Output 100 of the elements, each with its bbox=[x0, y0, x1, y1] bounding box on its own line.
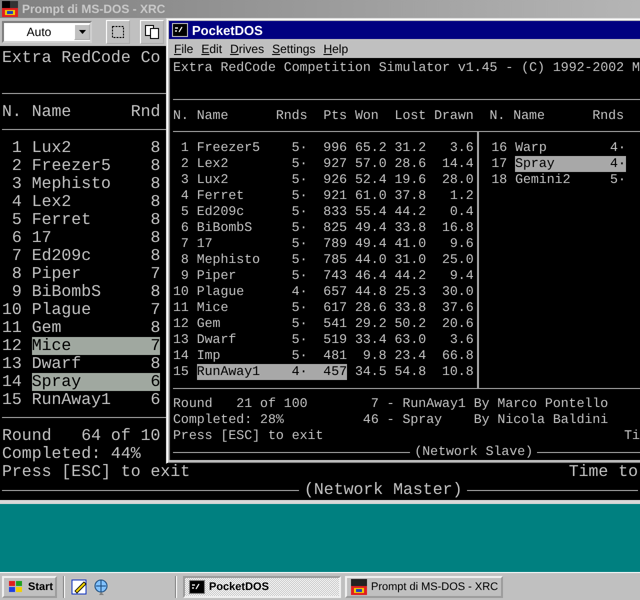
console-icon bbox=[189, 580, 205, 594]
table-cell-text: 8 bbox=[150, 283, 160, 301]
table-cell-text: 1 bbox=[10, 139, 22, 157]
table-cell-text: 17 bbox=[490, 156, 508, 172]
table-cell-text: 5· bbox=[290, 172, 308, 188]
table-cell-text: 3 bbox=[10, 175, 22, 193]
column-header: Name bbox=[196, 108, 230, 124]
font-size-dropdown[interactable]: Auto bbox=[2, 21, 92, 43]
table-cell-text: 4 bbox=[180, 188, 189, 204]
table-cell-text: 5· bbox=[290, 300, 308, 316]
table-cell-text: 25.3 bbox=[394, 284, 426, 300]
match-author: By Marco Pontello bbox=[474, 396, 608, 412]
table-cell-text: 9 bbox=[180, 268, 189, 284]
column-header: N. bbox=[173, 108, 190, 124]
table-cell: 14 bbox=[2, 373, 22, 391]
menu-item[interactable]: Drives bbox=[226, 42, 268, 56]
table-cell-text: 5 bbox=[10, 211, 22, 229]
table-cell-text: 28.6 bbox=[354, 300, 387, 316]
table-cell-text: 6 bbox=[10, 229, 22, 247]
table-cell-text: RunAway1 bbox=[32, 391, 112, 409]
table-cell-text: Lex2 bbox=[196, 156, 230, 172]
console-title: Extra RedCode Competition Simulator v1.45 - (C) 1992-2002 M bbox=[173, 60, 640, 76]
column-header: N. bbox=[2, 103, 23, 121]
table-cell-text: 54.8 bbox=[394, 364, 426, 380]
table-cell: 13 bbox=[173, 332, 189, 348]
pencil-icon[interactable] bbox=[71, 578, 89, 596]
table-cell-text: 37.8 bbox=[394, 188, 426, 204]
table-cell-text: 66.8 bbox=[440, 348, 474, 364]
exit-hint: Press [ESC] to exit bbox=[2, 463, 190, 481]
taskbar-button[interactable]: Prompt di MS-DOS - XRC bbox=[345, 576, 503, 598]
table-cell-text: 657 bbox=[322, 284, 348, 300]
table-cell-text: 825 bbox=[322, 220, 348, 236]
table-cell-text: 5· bbox=[290, 156, 308, 172]
table-cell-text: 5· bbox=[290, 348, 308, 364]
dos-logo-icon bbox=[351, 578, 367, 594]
dropdown-button[interactable] bbox=[74, 24, 90, 40]
table-cell-text: Lux2 bbox=[196, 172, 230, 188]
table-cell-text: 4· bbox=[609, 140, 626, 156]
table-cell-text: 7 bbox=[10, 247, 22, 265]
table-cell-text: 10.8 bbox=[440, 364, 474, 380]
table-cell: 6 bbox=[130, 373, 160, 391]
table-cell-text: Warp bbox=[515, 140, 548, 156]
table-cell-text: BiBombS bbox=[196, 220, 254, 236]
console-icon bbox=[172, 23, 188, 37]
menu-item[interactable]: Edit bbox=[197, 42, 226, 56]
window-title: Prompt di MS-DOS - XRC bbox=[22, 2, 166, 16]
table-cell-text: 5· bbox=[290, 236, 308, 252]
column-header: Won bbox=[354, 108, 380, 124]
table-cell-text: 926 bbox=[322, 172, 348, 188]
table-cell-text: 63.0 bbox=[394, 332, 426, 348]
table-cell: RunAway1 bbox=[196, 364, 276, 380]
exit-hint: Press [ESC] to exit bbox=[173, 428, 324, 444]
table-cell-text: 17 bbox=[32, 229, 52, 247]
table-cell-text: 8 bbox=[150, 247, 160, 265]
table-cell-text: 9.8 bbox=[362, 348, 387, 364]
table-cell-text: Mephisto bbox=[32, 175, 112, 193]
table-cell-text: 44.0 bbox=[354, 252, 387, 268]
table-cell-text: Dwarf bbox=[32, 355, 82, 373]
table-cell-text: 8 bbox=[150, 175, 160, 193]
table-cell-text: 8 bbox=[150, 157, 160, 175]
select-button[interactable] bbox=[106, 20, 130, 44]
column-header: Drawn bbox=[434, 108, 474, 124]
table-cell-text: 927 bbox=[322, 156, 348, 172]
table-cell-text: 5· bbox=[609, 172, 626, 188]
table-cell: 12 bbox=[2, 337, 22, 355]
column-header: Pts bbox=[323, 108, 348, 124]
taskbar-button[interactable]: PocketDOS bbox=[183, 576, 341, 598]
table-cell-text: 46.4 bbox=[354, 268, 387, 284]
table-cell-text: Piper bbox=[32, 265, 82, 283]
menu-item[interactable]: Help bbox=[319, 42, 352, 56]
table-cell-text: Freezer5 bbox=[32, 157, 112, 175]
console-title: Extra RedCode Co bbox=[2, 49, 160, 67]
start-button[interactable]: Start bbox=[2, 576, 57, 598]
table-cell-text: 17 bbox=[196, 236, 214, 252]
table-cell-text: 49.4 bbox=[354, 236, 387, 252]
column-header: Rnds bbox=[592, 108, 624, 124]
table-cell-text: 6 bbox=[180, 220, 189, 236]
table-cell-text: 20.6 bbox=[440, 316, 474, 332]
table-cell-text: 996 bbox=[322, 140, 348, 156]
table-cell: Spray bbox=[32, 373, 131, 391]
table-cell-text: Mice bbox=[196, 300, 230, 316]
menu-item[interactable]: File bbox=[170, 42, 198, 56]
table-cell-text: 9 bbox=[10, 283, 22, 301]
table-cell: 12 bbox=[173, 316, 189, 332]
table-cell: 10 bbox=[2, 301, 22, 319]
table-cell-text: 28.6 bbox=[394, 156, 426, 172]
table-cell-text: 5· bbox=[290, 140, 308, 156]
table-cell-text: Gem bbox=[196, 316, 222, 332]
status-text: Completed: 44% bbox=[2, 445, 141, 463]
table-cell-text: 921 bbox=[322, 188, 348, 204]
table-cell-text: 6 bbox=[150, 391, 160, 409]
table-cell: 13 bbox=[2, 355, 22, 373]
table-cell-text: Lux2 bbox=[32, 139, 72, 157]
table-cell-text: 4 bbox=[10, 193, 22, 211]
menu-item[interactable]: Settings bbox=[268, 42, 320, 56]
table-cell-text: 44.2 bbox=[394, 268, 426, 284]
copy-button[interactable] bbox=[140, 20, 164, 44]
column-header: Rnd bbox=[130, 103, 160, 121]
table-cell: 11 bbox=[2, 319, 22, 337]
table-cell-text: 541 bbox=[322, 316, 348, 332]
